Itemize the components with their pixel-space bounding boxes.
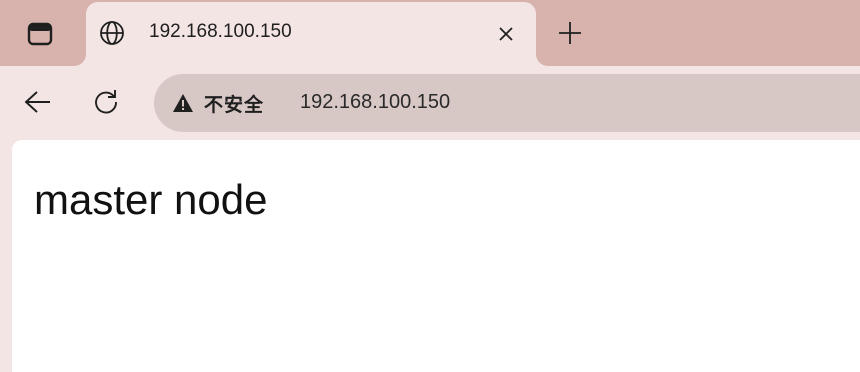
back-button[interactable] xyxy=(20,84,56,120)
url-text[interactable]: 192.168.100.150 xyxy=(300,91,450,114)
security-indicator[interactable]: 不安全 xyxy=(172,89,264,117)
sidebar-panel-icon xyxy=(27,22,53,46)
warning-triangle-icon xyxy=(173,94,193,112)
tab-close-button[interactable] xyxy=(492,20,520,48)
tab-title: 192.168.100.150 xyxy=(149,21,292,42)
sidebar-toggle-button[interactable] xyxy=(22,19,58,49)
tab-active[interactable]: 192.168.100.150 xyxy=(86,2,536,66)
reload-button[interactable] xyxy=(88,84,124,120)
browser-toolbar: 不安全 192.168.100.150 xyxy=(0,66,860,140)
new-tab-button[interactable] xyxy=(553,16,587,50)
reload-icon xyxy=(95,90,117,114)
close-icon xyxy=(499,27,513,41)
address-bar[interactable]: 不安全 192.168.100.150 xyxy=(154,74,860,132)
globe-icon xyxy=(100,21,124,45)
security-label: 不安全 xyxy=(204,93,265,116)
page-heading: master node xyxy=(34,176,268,223)
arrow-left-icon xyxy=(24,91,50,113)
page-content: master node xyxy=(12,140,860,372)
plus-icon xyxy=(559,22,581,44)
tab-strip: 192.168.100.150 xyxy=(0,0,860,66)
